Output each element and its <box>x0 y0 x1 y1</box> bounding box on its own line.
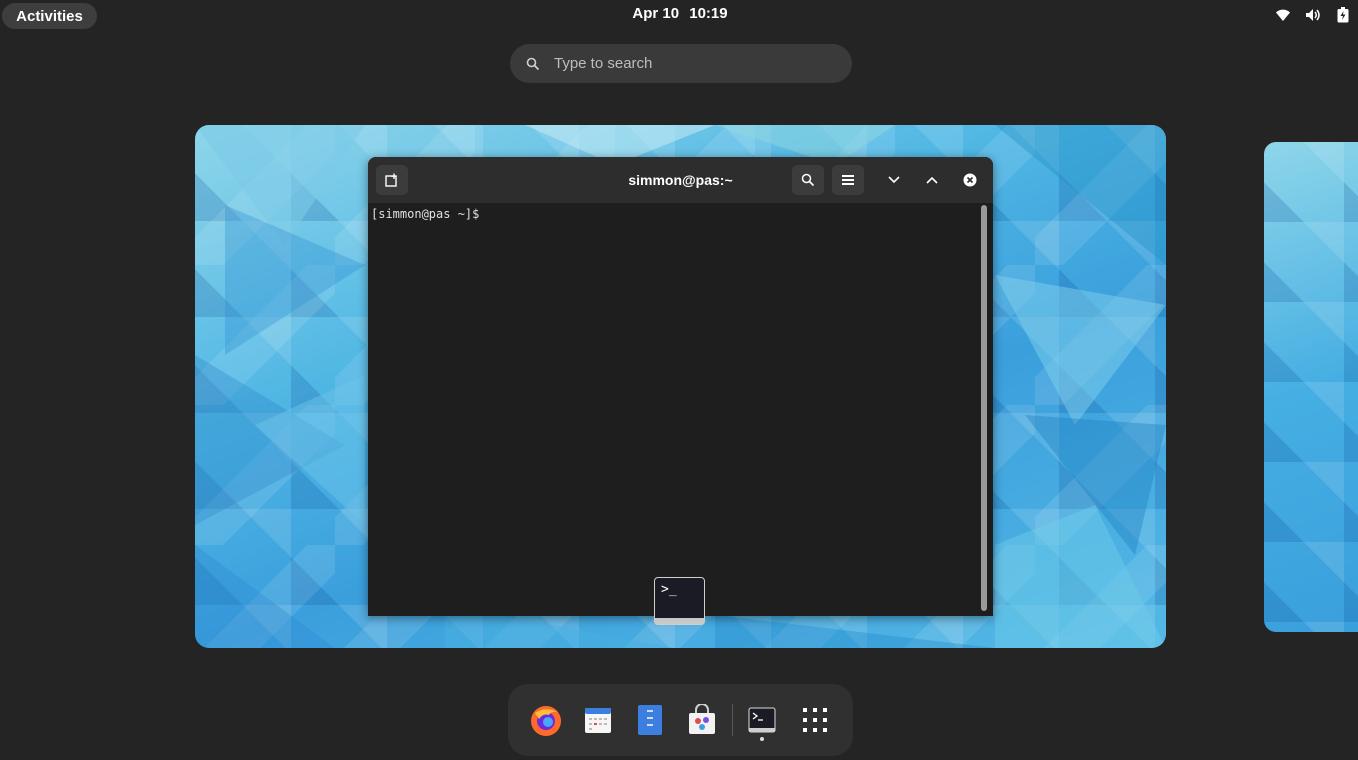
battery-icon[interactable] <box>1334 6 1352 24</box>
firefox-icon[interactable] <box>526 700 566 740</box>
activities-button[interactable]: Activities <box>2 3 97 29</box>
hamburger-icon <box>842 175 854 185</box>
clock-time: 10:19 <box>689 5 728 22</box>
window-title: simmon@pas:~ <box>628 172 733 188</box>
chevron-up-icon <box>926 176 938 184</box>
dock-separator <box>732 704 733 736</box>
text-editor-icon[interactable] <box>630 700 670 740</box>
workspace-thumbnail-next[interactable] <box>1264 142 1358 632</box>
terminal-titlebar[interactable]: simmon@pas:~ <box>368 157 993 203</box>
new-tab-icon <box>385 173 397 187</box>
terminal-scrollbar[interactable] <box>981 205 987 611</box>
calendar-icon[interactable] <box>578 700 618 740</box>
running-indicator <box>760 737 764 741</box>
show-apps-icon[interactable] <box>795 700 835 740</box>
maximize-button[interactable] <box>916 165 948 195</box>
system-tray[interactable] <box>1274 6 1352 24</box>
search-icon <box>801 173 815 187</box>
new-tab-button[interactable] <box>376 165 408 195</box>
search-input[interactable] <box>552 54 836 73</box>
software-store-icon[interactable] <box>682 700 722 740</box>
top-bar: Activities Apr 10 10:19 <box>0 0 1358 30</box>
chevron-down-icon <box>888 176 900 184</box>
terminal-icon[interactable] <box>742 700 782 740</box>
search-icon <box>526 57 540 70</box>
terminal-prompt-glyph: >_ <box>661 582 677 597</box>
close-icon <box>963 173 977 187</box>
dock <box>508 684 853 756</box>
minimize-button[interactable] <box>878 165 910 195</box>
close-button[interactable] <box>954 165 986 195</box>
menu-button[interactable] <box>832 165 864 195</box>
terminal-app-icon-badge: >_ <box>654 577 705 625</box>
terminal-output[interactable]: [simmon@pas ~]$ <box>368 203 980 616</box>
terminal-window[interactable]: simmon@pas:~ [simmon@pas ~]$ <box>368 157 993 616</box>
terminal-search-button[interactable] <box>792 165 824 195</box>
clock-date: Apr 10 <box>632 5 680 22</box>
volume-icon[interactable] <box>1304 6 1322 24</box>
search-bar[interactable] <box>510 44 852 83</box>
clock[interactable]: Apr 10 10:19 <box>600 5 760 22</box>
shell-prompt: [simmon@pas ~]$ <box>371 207 480 221</box>
wifi-icon[interactable] <box>1274 6 1292 24</box>
